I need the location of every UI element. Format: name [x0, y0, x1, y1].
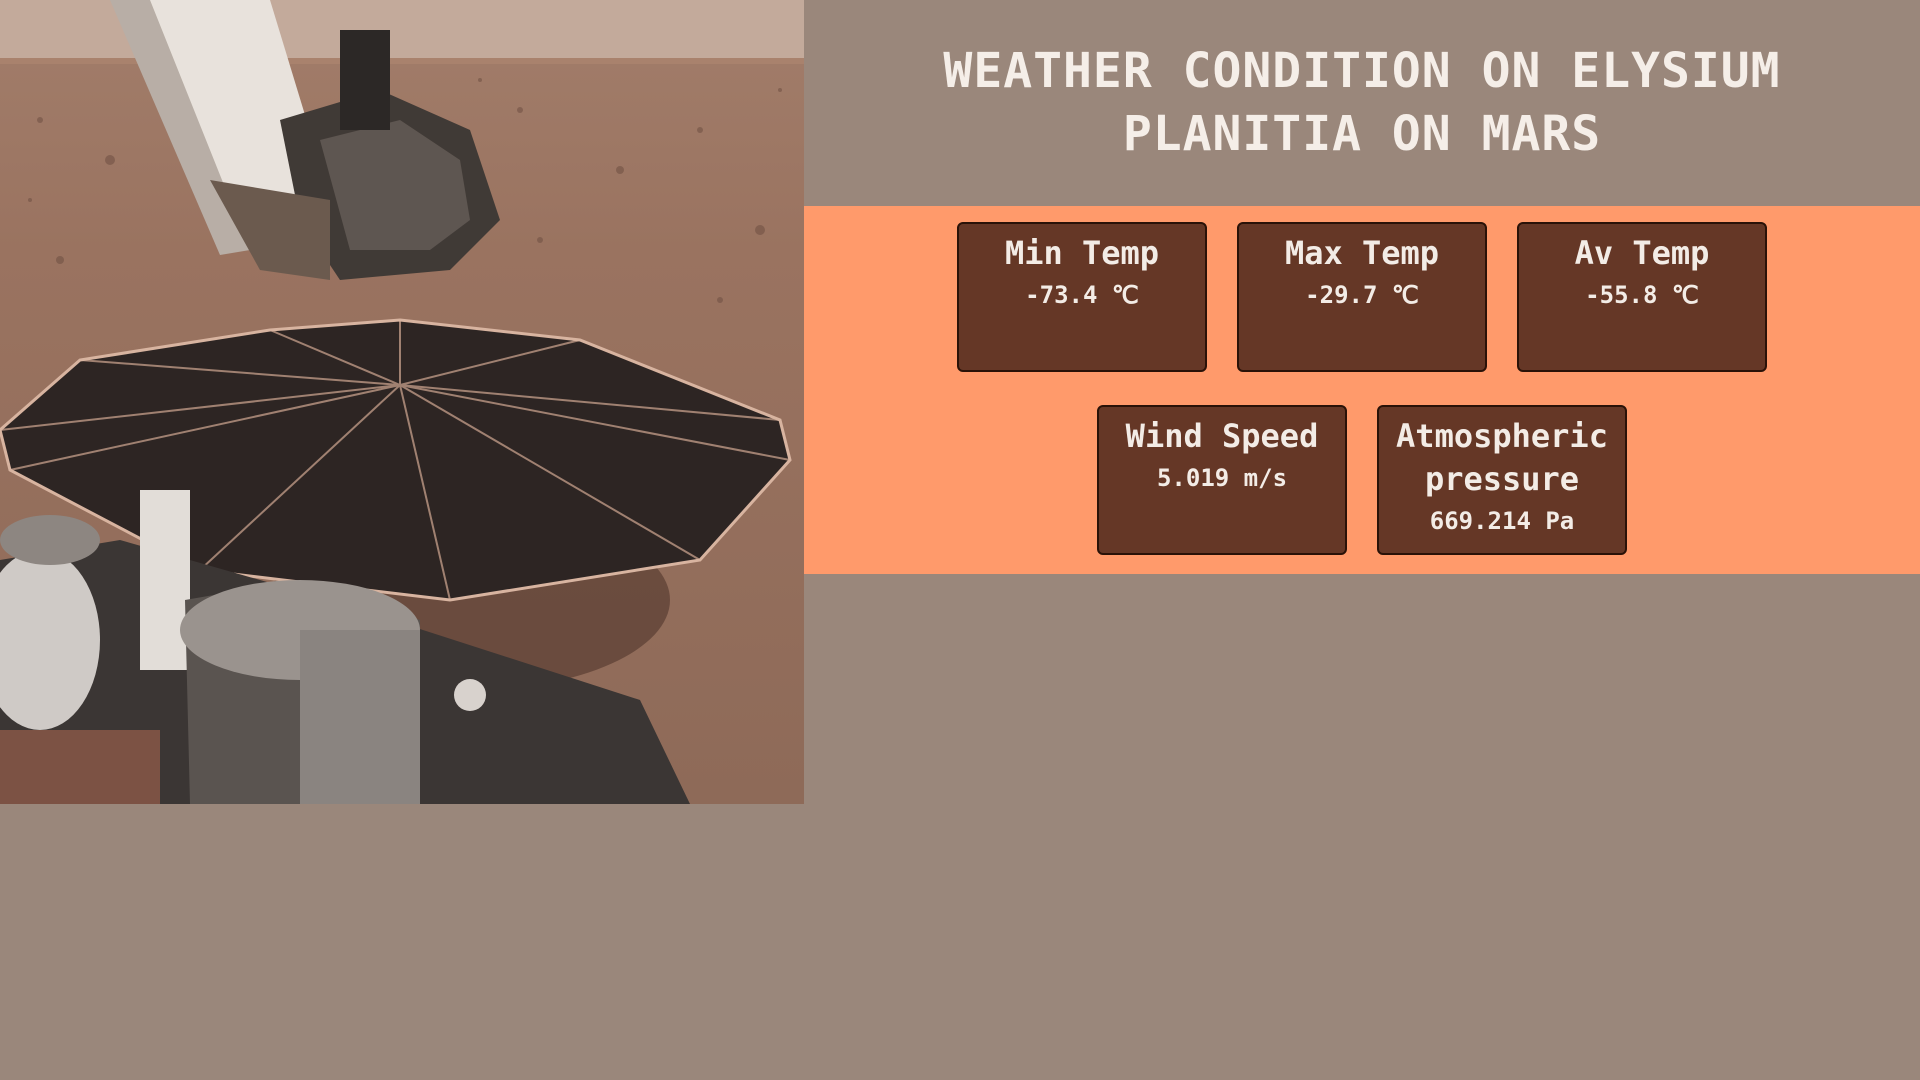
min-temp-card: Min Temp -73.4 ℃	[957, 222, 1207, 372]
wind-speed-card: Wind Speed 5.019 m/s	[1097, 405, 1347, 555]
pressure-card: Atmospheric pressure 669.214 Pa	[1377, 405, 1627, 555]
max-temp-card: Max Temp -29.7 ℃	[1237, 222, 1487, 372]
page: WEATHER CONDITION ON ELYSIUM PLANITIA ON…	[0, 0, 1920, 1080]
min-temp-label: Min Temp	[1004, 234, 1160, 272]
max-temp-label: Max Temp	[1284, 234, 1440, 272]
max-temp-value: -29.7 ℃	[1305, 281, 1419, 309]
wind-speed-value: 5.019 m/s	[1156, 464, 1288, 492]
av-temp-value: -55.8 ℃	[1585, 281, 1699, 309]
av-temp-label: Av Temp	[1574, 234, 1710, 272]
stats-row-wind-pressure: Wind Speed 5.019 m/s Atmospheric pressur…	[804, 405, 1920, 555]
stats-row-temperatures: Min Temp -73.4 ℃ Max Temp -29.7 ℃ Av Tem…	[804, 222, 1920, 372]
min-temp-value: -73.4 ℃	[1025, 281, 1139, 309]
wind-speed-label: Wind Speed	[1125, 417, 1319, 455]
pressure-value: 669.214 Pa	[1429, 507, 1575, 535]
weather-stats-band: Min Temp -73.4 ℃ Max Temp -29.7 ℃ Av Tem…	[804, 206, 1920, 574]
lander-scene-image	[0, 0, 804, 804]
header: WEATHER CONDITION ON ELYSIUM PLANITIA ON…	[804, 0, 1920, 206]
mars-lander-photo	[0, 0, 804, 804]
av-temp-card: Av Temp -55.8 ℃	[1517, 222, 1767, 372]
pressure-label: Atmospheric pressure	[1396, 417, 1608, 498]
page-title: WEATHER CONDITION ON ELYSIUM PLANITIA ON…	[943, 43, 1781, 162]
